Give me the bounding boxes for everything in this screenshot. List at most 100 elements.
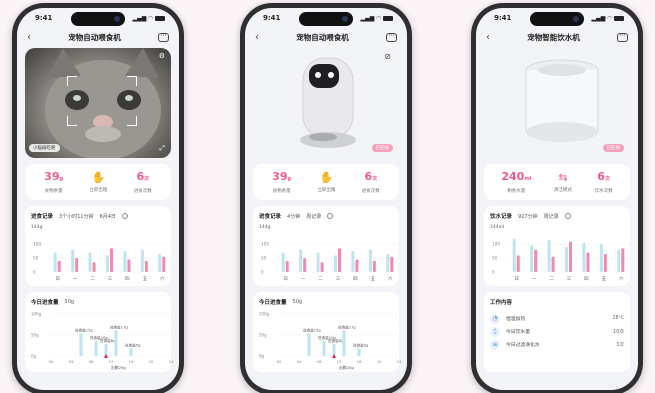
bar [357, 348, 361, 356]
stat-label: 立即出粮 [317, 187, 336, 193]
screen: 9:41 ▂▄▆ ◠ ‹ 宠物智能饮水机 ··· 已在线 240ml 剩余水量 ⇆ 清… [476, 8, 638, 390]
bar-pink [303, 258, 307, 272]
stat-label: 饮水次数 [594, 188, 613, 194]
more-icon[interactable]: ··· [617, 32, 628, 42]
y-tick-label: 50 [33, 256, 39, 261]
data-label: 进食量15g [303, 327, 321, 332]
status-icons: ▂▄▆ ◠ [133, 15, 165, 22]
calendar-icon[interactable] [564, 213, 571, 219]
x-tick-label: 五 [602, 276, 607, 282]
data-label: 进食量17g [338, 324, 356, 329]
online-badge: 已在线 [602, 144, 624, 152]
chart-title: 进食记录 [259, 214, 282, 220]
work-title: 工作内容 [490, 300, 513, 306]
chart-title: 今日进食量 [31, 300, 59, 306]
stat-water-remaining: 240ml 剩余水量 [501, 169, 531, 194]
y-tick-label: 0g [259, 354, 265, 359]
chart-header: 饮水记录 927分钟 周记录 [490, 212, 624, 220]
bar-blue [281, 252, 285, 272]
phone-feeder-device: 9:41 ▂▄▆ ◠ ‹ 宠物自动喂食机 ··· ⊘ 已在线 39g 食物余量 ✋ 立… [240, 3, 412, 393]
x-tick-label: 00 [49, 359, 54, 364]
data-label: 进食量5g [125, 342, 140, 347]
feed-now-button[interactable]: ✋ 立即出粮 [317, 170, 336, 193]
hand-feed-icon: ✋ [319, 170, 334, 184]
bar [342, 330, 346, 356]
hide-icon[interactable]: ⊘ [384, 52, 391, 61]
chart-summary: 4分钟 [287, 213, 301, 220]
more-icon[interactable]: ··· [158, 32, 169, 42]
weekly-bar-chart: 144g 100 50 0 日 一 二 三 四 五 六 [31, 224, 171, 282]
weekly-bar-chart: 144g 100 50 0 日 一 二 三 四 五 六 [259, 224, 399, 282]
filter-icon: ≡ [490, 339, 500, 350]
fullscreen-icon[interactable]: ⤢ [159, 144, 165, 153]
calendar-icon[interactable] [327, 213, 334, 219]
x-tick-label: 六 [160, 275, 165, 282]
bar-pink [534, 249, 538, 272]
x-tick-label: 二 [318, 276, 323, 282]
status-time: 9:41 [263, 14, 281, 22]
stat-value: 6 [364, 169, 373, 183]
status-time: 9:41 [35, 14, 53, 22]
chart-date[interactable]: 周记录 [544, 213, 559, 220]
x-tick-label: 五 [371, 276, 376, 282]
calendar-icon[interactable] [121, 213, 128, 219]
bar-pink [338, 248, 341, 272]
stat-drink-count: 6次 饮水次数 [594, 170, 613, 194]
bar-pink [390, 256, 394, 272]
stat-meal-count: 6次 进食次数 [361, 169, 380, 194]
swap-icon: ⇆ [558, 170, 568, 184]
chart-header: 工作内容 [490, 298, 624, 306]
stat-food-remaining: 39g 食物余量 [44, 170, 63, 194]
work-value: 10次 [613, 330, 624, 335]
today-chart-card: 今日进食量 50g 100g 50g 0g 进食量15g 进食量10g 进食量8g 进食量17… [25, 292, 174, 372]
x-tick-label: 四 [125, 276, 130, 282]
intake-chart-card: 进食记录 4分钟 周记录 144g 100 50 0 日 一 二 三 四 五 六 [253, 206, 399, 286]
feed-now-button[interactable]: ✋ 立即出粮 [89, 170, 107, 193]
bar [129, 348, 133, 356]
y-tick-label: 100g [31, 312, 42, 317]
bar-pink [110, 248, 113, 272]
bar-pink [355, 259, 359, 272]
x-tick-label: 一 [301, 277, 306, 282]
bar-blue [599, 244, 603, 272]
image-tag: 小猫偷吃呢 [29, 144, 60, 152]
stat-label: 清洁模式 [553, 187, 572, 193]
intake-chart-card: 进食记录 3个小时11分钟 6月4日 144g 100 50 0 日 一 二 三 四 五 六 [25, 206, 171, 286]
back-icon[interactable]: ‹ [255, 32, 259, 43]
today-chart-card: 今日进食量 50g 100g 50g 0g 进食量15g 进食量10g 进食量8g 进食量17… [253, 292, 402, 372]
bar [322, 340, 326, 356]
back-icon[interactable]: ‹ [27, 32, 31, 43]
status-icons: ▂▄▆ ◠ [361, 15, 393, 22]
bar-pink [586, 252, 590, 272]
chart-amount: 50g [64, 299, 75, 305]
stat-unit: g [287, 175, 292, 182]
bar-pink [603, 253, 607, 272]
bar-blue [565, 247, 568, 272]
bar-pink [75, 258, 79, 272]
y-tick-label: 0 [33, 270, 36, 275]
status-time: 9:41 [494, 14, 512, 22]
chart-date[interactable]: 周记录 [306, 213, 321, 220]
x-tick-label: 08 [317, 359, 322, 364]
feeder-device-icon [300, 57, 356, 148]
stat-label: 进食次数 [361, 188, 380, 194]
hand-feed-icon: ✋ [91, 170, 106, 184]
bar [307, 333, 311, 356]
stat-value: 240 [501, 169, 525, 183]
bar-blue [368, 249, 372, 272]
x-tick-label: 20 [377, 359, 382, 364]
chart-title: 进食记录 [31, 214, 54, 220]
clean-mode-button[interactable]: ⇆ 清洁模式 [553, 170, 572, 193]
work-value: 3次 [616, 343, 624, 348]
back-icon[interactable]: ‹ [486, 32, 490, 43]
settings-icon[interactable]: ⚙ [159, 52, 165, 60]
x-tick-label: 20 [149, 359, 154, 364]
chart-date[interactable]: 6月4日 [100, 213, 116, 220]
device-image: 已在线 [484, 48, 630, 158]
more-icon[interactable]: ··· [386, 32, 397, 42]
stat-unit: 次 [604, 175, 610, 182]
stats-card: 39g 食物余量 ✋ 立即出粮 6次 进食次数 [25, 164, 171, 200]
data-label: 进食量8g [328, 338, 343, 343]
camera-feed[interactable]: 小猫偷吃呢 ⤢ ⚙ [25, 48, 171, 158]
x-tick-label: 六 [388, 275, 393, 282]
